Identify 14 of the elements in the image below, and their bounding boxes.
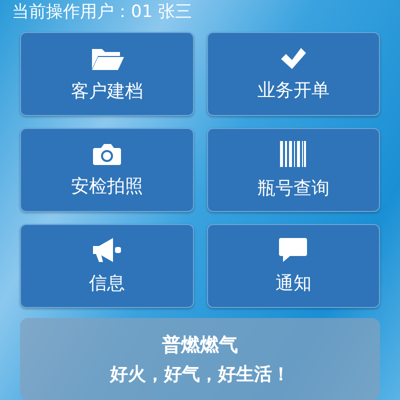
menu-tile-button[interactable]: 客户建档 (20, 32, 194, 116)
menu-tile-button[interactable]: 通知 (206, 224, 380, 308)
barcode-icon (279, 140, 308, 168)
megaphone-icon (90, 237, 123, 263)
menu-tile-button[interactable]: 信息 (20, 224, 194, 308)
current-user-label: 当前操作用户：01 张三 (12, 2, 194, 22)
speech-bubble-icon (278, 237, 308, 263)
camera-icon (92, 142, 122, 166)
menu-tile-button[interactable]: 瓶号查询 (206, 128, 380, 212)
slogan-text: 好火，好气，好生活！ (110, 363, 290, 386)
menu-tile-button[interactable]: 安检拍照 (20, 128, 194, 212)
menu-tile-button[interactable]: 业务开单 (206, 32, 380, 116)
company-name: 普燃燃气 (162, 333, 238, 358)
checkmark-icon (279, 46, 308, 70)
